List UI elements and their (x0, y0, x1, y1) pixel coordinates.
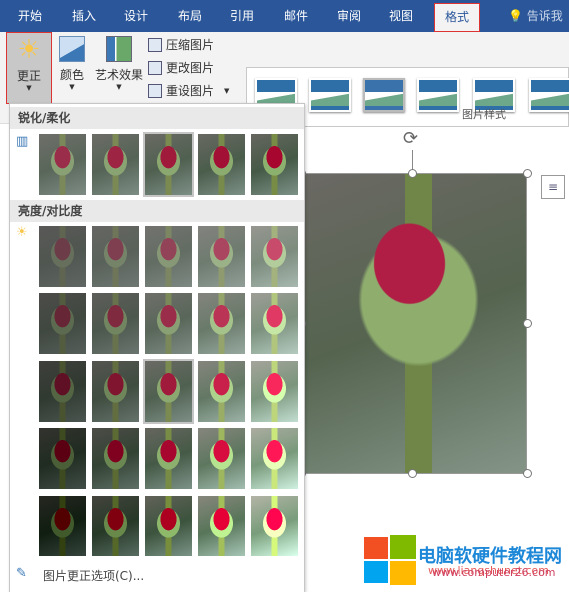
resize-handle[interactable] (408, 469, 417, 478)
tab-0[interactable]: 开始 (18, 0, 42, 32)
color-button[interactable]: 颜色 ▼ (57, 36, 87, 91)
brightness-contrast-option[interactable] (251, 496, 298, 557)
tab-2[interactable]: 设计 (124, 0, 148, 32)
brightness-contrast-option[interactable] (39, 428, 86, 489)
tab-6[interactable]: 审阅 (337, 0, 361, 32)
resize-handle[interactable] (523, 469, 532, 478)
sharpen-option[interactable] (198, 134, 245, 195)
artistic-effects-button[interactable]: 艺术效果 ▼ (93, 36, 145, 91)
brightness-contrast-option[interactable] (145, 428, 192, 489)
brightness-contrast-option[interactable] (198, 226, 245, 287)
brightness-contrast-option[interactable] (92, 293, 139, 354)
brightness-contrast-option[interactable] (92, 361, 139, 422)
brightness-contrast-option[interactable] (198, 428, 245, 489)
brightness-contrast-option[interactable] (143, 359, 194, 424)
tell-me-search[interactable]: 💡 告诉我您 (508, 0, 569, 55)
sharpen-option[interactable] (39, 134, 86, 195)
tab-1[interactable]: 插入 (72, 0, 96, 32)
resize-handle[interactable] (523, 319, 532, 328)
corrections-button[interactable]: ☀ 更正 ▼ (6, 32, 52, 104)
watermark-url-1: www.computer26.com (432, 566, 556, 579)
brightness-contrast-option[interactable] (145, 293, 192, 354)
brightness-contrast-option[interactable] (92, 496, 139, 557)
picture-styles-label: 图片样式 (462, 108, 506, 121)
tab-3[interactable]: 布局 (178, 0, 202, 32)
reset-picture-button[interactable]: 重设图片 ▼ (148, 82, 229, 99)
brightness-contrast-option[interactable] (251, 226, 298, 287)
sharpen-icon: ▥ (16, 134, 29, 149)
brightness-contrast-option[interactable] (92, 428, 139, 489)
sharpen-option[interactable] (92, 134, 139, 195)
corrections-dropdown: 锐化/柔化 ▥ 亮度/对比度 ☀ ✎ 图片更正选项(C)... (9, 103, 305, 592)
resize-handle[interactable] (408, 169, 417, 178)
tab-7[interactable]: 视图 (389, 0, 413, 32)
sharpen-section-title: 锐化/柔化 (10, 107, 304, 129)
rotate-handle-icon[interactable]: ⟳ (403, 128, 418, 149)
picture-icon (59, 36, 85, 62)
brightness-contrast-option[interactable] (39, 361, 86, 422)
brightness-contrast-option[interactable] (198, 496, 245, 557)
tab-4[interactable]: 引用 (230, 0, 254, 32)
brightness-contrast-option[interactable] (251, 428, 298, 489)
brightness-contrast-option[interactable] (92, 226, 139, 287)
corrections-options-icon: ✎ (16, 566, 27, 581)
ribbon-tabs: 开始 插入 设计 布局 引用 邮件 审阅 视图 格式 (0, 0, 569, 32)
resize-handle[interactable] (523, 169, 532, 178)
brightness-contrast-option[interactable] (145, 496, 192, 557)
brightness-section-title: 亮度/对比度 (10, 200, 304, 222)
artistic-icon (106, 36, 132, 62)
picture-style[interactable] (417, 78, 459, 112)
windows-logo (364, 535, 418, 585)
sharpen-option[interactable] (251, 134, 298, 195)
tab-5[interactable]: 邮件 (284, 0, 308, 32)
picture-style[interactable] (529, 78, 569, 112)
change-picture-icon (148, 60, 162, 75)
brightness-contrast-option[interactable] (39, 226, 86, 287)
picture-style[interactable] (363, 78, 405, 112)
rose-picture[interactable] (301, 173, 527, 474)
brightness-icon: ☀ (16, 225, 28, 240)
brightness-contrast-option[interactable] (251, 293, 298, 354)
brightness-contrast-option[interactable] (198, 361, 245, 422)
compress-pictures-button[interactable]: 压缩图片 (148, 36, 214, 53)
layout-options-icon[interactable]: ≡ (541, 175, 565, 199)
sharpen-option[interactable] (143, 132, 194, 197)
sun-icon: ☀ (17, 35, 41, 65)
brightness-contrast-option[interactable] (145, 226, 192, 287)
brightness-contrast-option[interactable] (39, 496, 86, 557)
picture-style[interactable] (309, 78, 351, 112)
change-picture-button[interactable]: 更改图片 (148, 59, 214, 76)
brightness-contrast-option[interactable] (251, 361, 298, 422)
brightness-contrast-option[interactable] (39, 293, 86, 354)
reset-picture-icon (148, 83, 162, 98)
picture-correction-options[interactable]: ✎ 图片更正选项(C)... (10, 556, 304, 592)
brightness-contrast-option[interactable] (198, 293, 245, 354)
tab-8[interactable]: 格式 (434, 3, 481, 32)
compress-icon (148, 37, 162, 52)
